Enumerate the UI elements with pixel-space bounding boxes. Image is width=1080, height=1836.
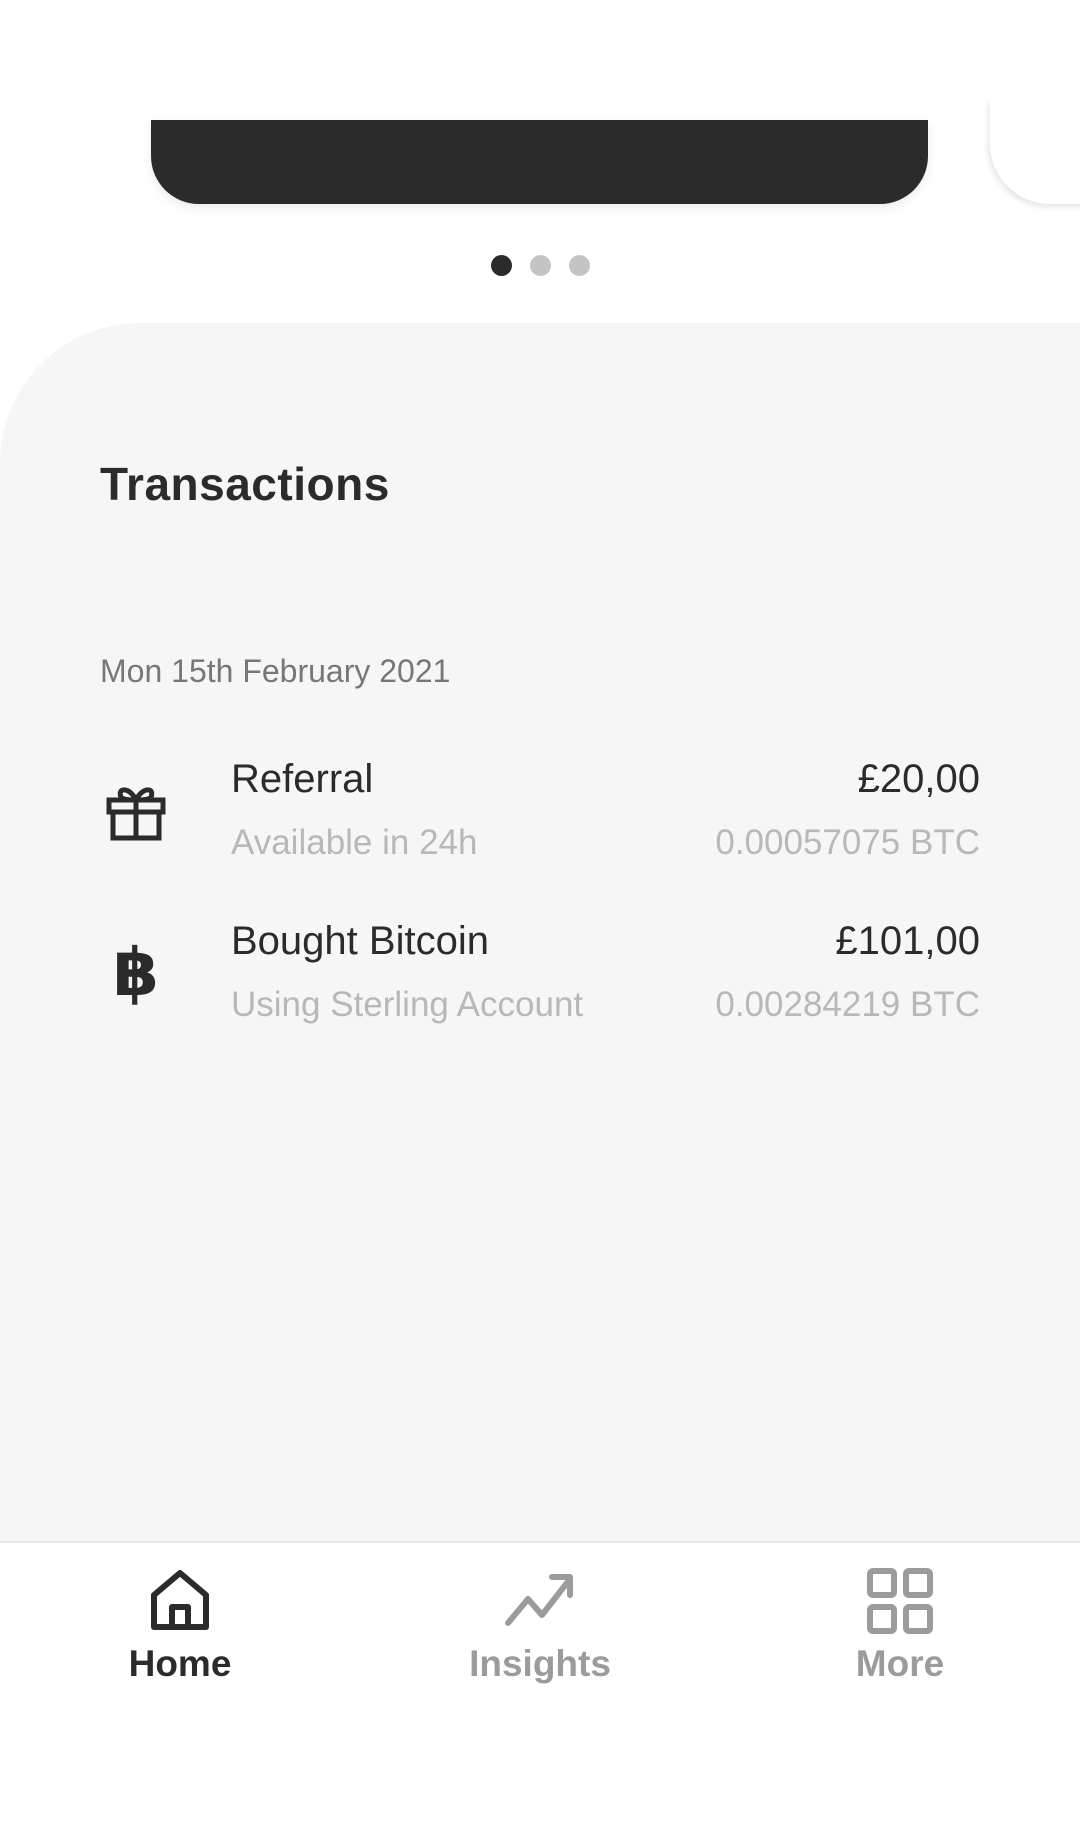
transactions-title: Transactions [100,458,390,510]
transaction-btc-amount: 0.00057075 BTC [715,823,980,862]
transaction-name: Referral [231,757,374,801]
nav-item-home[interactable]: Home [70,1565,290,1705]
transaction-btc-amount: 0.00284219 BTC [715,985,980,1024]
carousel-dot-2[interactable] [529,255,551,276]
transaction-amount: £20,00 [857,757,980,801]
gift-icon [100,775,172,847]
transaction-amount: £101,00 [835,919,980,963]
transaction-name: Bought Bitcoin [231,919,489,963]
card-carousel[interactable] [0,0,1080,320]
transaction-date-header: Mon 15th February 2021 [100,653,451,689]
transaction-row-bought-bitcoin[interactable]: ฿ Bought Bitcoin Using Sterling Account … [100,919,980,1049]
carousel-dot-1[interactable] [490,255,512,276]
next-card-peek[interactable] [990,100,1080,204]
trending-up-icon [505,1574,573,1626]
transaction-subtitle: Available in 24h [231,823,478,862]
bitcoin-icon: ฿ [100,937,172,1009]
nav-item-more[interactable]: More [790,1565,1010,1705]
nav-label: Insights [469,1643,611,1684]
transaction-row-referral[interactable]: Referral Available in 24h £20,00 0.00057… [100,757,980,887]
app-screen: Transactions Mon 15th February 2021 Refe… [0,0,1080,1836]
home-icon [151,1570,209,1630]
carousel-dot-3[interactable] [568,255,590,276]
bottom-navigation: Home Insights More [0,1541,1080,1836]
transaction-subtitle: Using Sterling Account [231,985,584,1024]
account-card[interactable] [151,120,928,204]
svg-text:฿: ฿ [113,937,159,1009]
nav-label: Home [128,1643,232,1684]
carousel-indicator [0,255,1080,276]
nav-item-insights[interactable]: Insights [430,1565,650,1705]
transactions-panel[interactable]: Transactions Mon 15th February 2021 Refe… [0,323,1080,1541]
grid-icon [867,1568,933,1634]
nav-label: More [855,1643,945,1684]
